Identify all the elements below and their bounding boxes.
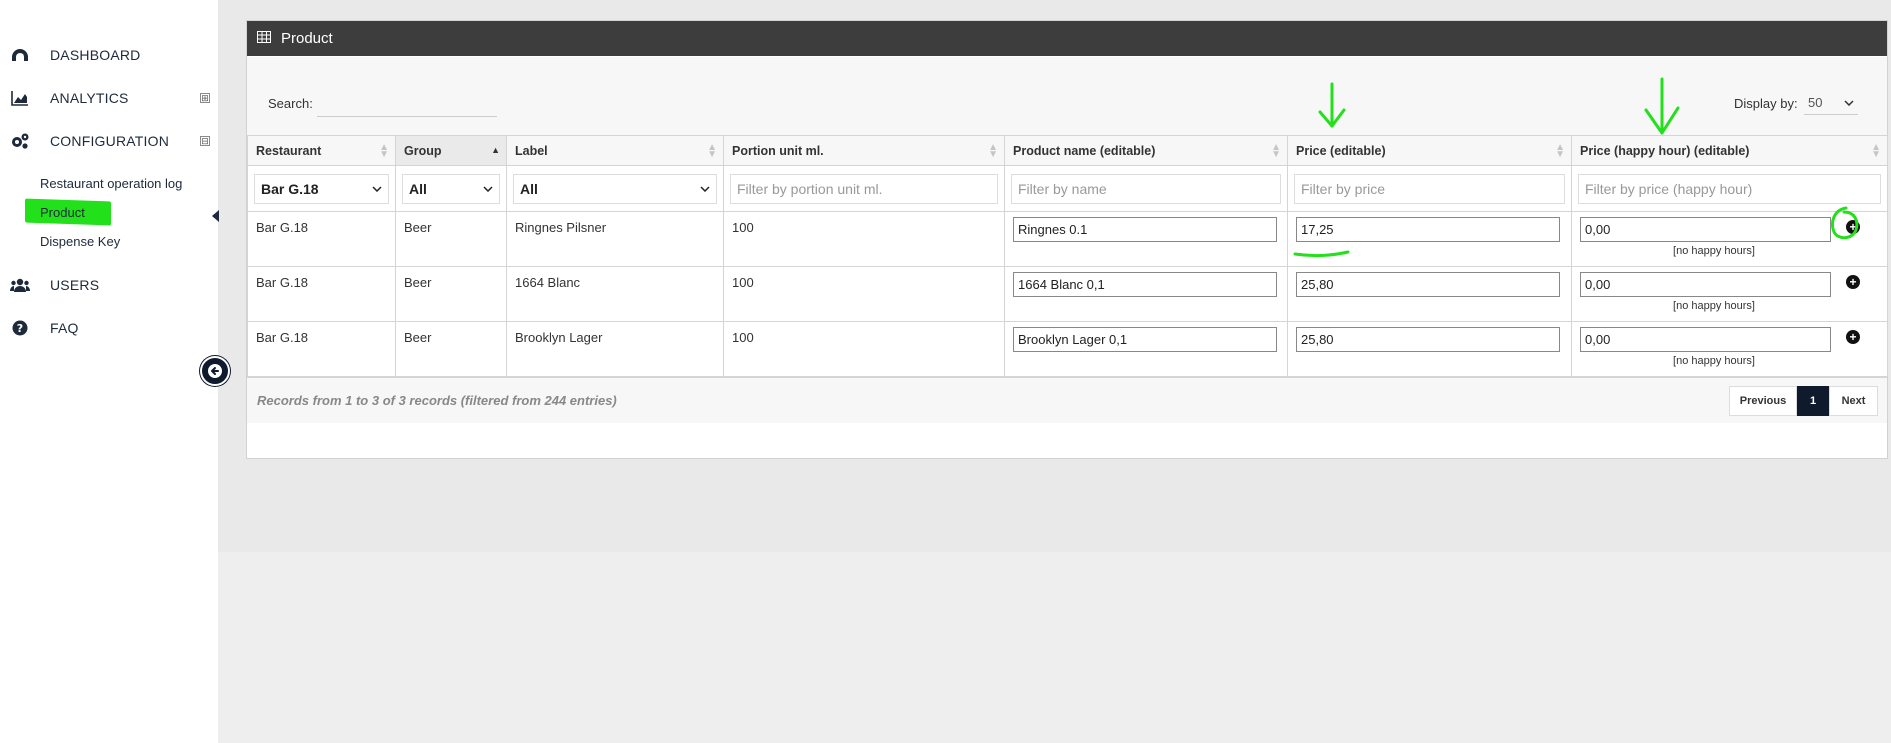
cell-label: Ringnes Pilsner: [506, 211, 724, 267]
nav-analytics[interactable]: ANALYTICS ⊞: [10, 84, 210, 112]
sort-icon: ▲ ▼: [988, 142, 998, 160]
background-band: [218, 552, 1891, 743]
expand-icon[interactable]: ⊞: [200, 93, 210, 103]
users-icon: [10, 275, 30, 295]
sidebar: DASHBOARD ANALYTICS ⊞ CONFIGURATION ⊟ Re…: [0, 0, 218, 743]
panel-title: Product: [281, 30, 333, 47]
price-input[interactable]: [1296, 217, 1560, 242]
cell-portion: 100: [723, 211, 1005, 267]
sort-icon: ▲ ▼: [379, 142, 389, 160]
nav-analytics-label: ANALYTICS: [50, 90, 129, 106]
chevron-down-icon: [372, 185, 382, 192]
sort-icon: ▲ ▼: [707, 142, 717, 160]
happy-hour-price-input[interactable]: [1580, 217, 1831, 242]
group-filter-select[interactable]: All: [402, 173, 500, 204]
cell-restaurant: Bar G.18: [247, 266, 396, 322]
happy-hour-note: [no happy hours]: [1673, 355, 1755, 367]
nav-users-label: USERS: [50, 277, 100, 293]
table-row: Bar G.18 Beer 1664 Blanc 100 + [no happy …: [247, 266, 1888, 322]
question-circle-icon: ?: [10, 318, 30, 338]
column-header-happy-hour-price[interactable]: Price (happy hour) (editable) ▲ ▼: [1571, 135, 1888, 166]
cell-portion: 100: [723, 321, 1005, 377]
product-name-input[interactable]: [1013, 217, 1277, 242]
happy-hour-price-input[interactable]: [1580, 272, 1831, 297]
cell-restaurant: Bar G.18: [247, 211, 396, 267]
display-by-select[interactable]: 50: [1804, 91, 1858, 115]
nav-users[interactable]: USERS: [10, 271, 210, 299]
area-chart-icon: [10, 88, 30, 108]
happy-hour-note: [no happy hours]: [1673, 300, 1755, 312]
happy-hour-price-filter-input[interactable]: [1578, 173, 1881, 204]
add-happy-hour-icon[interactable]: +: [1846, 330, 1860, 344]
records-info: Records from 1 to 3 of 3 records (filter…: [257, 393, 617, 408]
cell-group: Beer: [395, 321, 507, 377]
filter-row: Bar G.18 All All: [247, 165, 1888, 212]
nav-dashboard-label: DASHBOARD: [50, 47, 141, 63]
collapse-icon[interactable]: ⊟: [200, 136, 210, 146]
column-header-price[interactable]: Price (editable) ▲ ▼: [1287, 135, 1572, 166]
svg-text:?: ?: [17, 322, 23, 335]
nav-configuration[interactable]: CONFIGURATION ⊟: [10, 127, 210, 155]
caret-left-icon: [212, 210, 219, 222]
previous-page-button[interactable]: Previous: [1729, 386, 1797, 416]
add-happy-hour-icon[interactable]: +: [1846, 275, 1860, 289]
dashboard-icon: [10, 45, 30, 65]
cell-portion: 100: [723, 266, 1005, 322]
subnav-product[interactable]: Product: [40, 205, 85, 220]
next-page-button[interactable]: Next: [1829, 386, 1878, 416]
product-panel: Product Search: Display by: 50 Restauran…: [246, 20, 1888, 459]
subnav-restaurant-operation-log[interactable]: Restaurant operation log: [40, 176, 182, 191]
collapse-sidebar-button[interactable]: [200, 356, 230, 386]
label-filter-select[interactable]: All: [513, 173, 717, 204]
portion-filter-input[interactable]: [730, 173, 998, 204]
column-header-product-name[interactable]: Product name (editable) ▲ ▼: [1004, 135, 1288, 166]
sort-asc-icon: ▲: [491, 145, 500, 155]
panel-header: Product: [247, 21, 1887, 56]
column-header-group[interactable]: Group ▲: [395, 135, 507, 166]
chevron-down-icon: [700, 185, 710, 192]
subnav-dispense-key[interactable]: Dispense Key: [40, 234, 120, 249]
nav-faq[interactable]: ? FAQ: [10, 314, 210, 342]
cell-label: Brooklyn Lager: [506, 321, 724, 377]
price-input[interactable]: [1296, 327, 1560, 352]
display-by-label: Display by:: [1734, 96, 1798, 111]
arrow-left-icon: [208, 364, 222, 378]
product-name-input[interactable]: [1013, 272, 1277, 297]
column-header-portion[interactable]: Portion unit ml. ▲ ▼: [723, 135, 1005, 166]
cell-restaurant: Bar G.18: [247, 321, 396, 377]
nav-configuration-label: CONFIGURATION: [50, 133, 170, 149]
chevron-down-icon: [483, 185, 493, 192]
price-filter-input[interactable]: [1294, 173, 1565, 204]
product-name-input[interactable]: [1013, 327, 1277, 352]
column-header-label[interactable]: Label ▲ ▼: [506, 135, 724, 166]
sort-icon: ▲ ▼: [1555, 142, 1565, 160]
name-filter-input[interactable]: [1011, 173, 1281, 204]
search-input[interactable]: [317, 87, 497, 117]
cell-label: 1664 Blanc: [506, 266, 724, 322]
cell-group: Beer: [395, 211, 507, 267]
display-by-value: 50: [1808, 95, 1823, 110]
sort-icon: ▲ ▼: [1271, 142, 1281, 160]
cell-group: Beer: [395, 266, 507, 322]
happy-hour-note: [no happy hours]: [1673, 245, 1755, 257]
table-icon: [257, 30, 271, 47]
search-label: Search:: [268, 96, 313, 111]
nav-dashboard[interactable]: DASHBOARD: [10, 41, 210, 69]
cogs-icon: [10, 131, 30, 151]
table-row: Bar G.18 Beer Brooklyn Lager 100 + [no ha…: [247, 321, 1888, 377]
table-row: Bar G.18 Beer Ringnes Pilsner 100 + [no h…: [247, 211, 1888, 267]
price-input[interactable]: [1296, 272, 1560, 297]
sort-icon: ▲ ▼: [1871, 142, 1881, 160]
happy-hour-price-input[interactable]: [1580, 327, 1831, 352]
page-1-button[interactable]: 1: [1797, 386, 1829, 416]
product-table: Restaurant ▲ ▼ Group ▲ Label ▲ ▼ Portion unit…: [247, 135, 1888, 377]
column-header-restaurant[interactable]: Restaurant ▲ ▼: [247, 135, 396, 166]
table-footer: Records from 1 to 3 of 3 records (filter…: [247, 377, 1887, 423]
add-happy-hour-icon[interactable]: +: [1846, 220, 1860, 234]
nav-faq-label: FAQ: [50, 320, 79, 336]
restaurant-filter-select[interactable]: Bar G.18: [254, 173, 389, 204]
chevron-down-icon: [1844, 99, 1854, 106]
